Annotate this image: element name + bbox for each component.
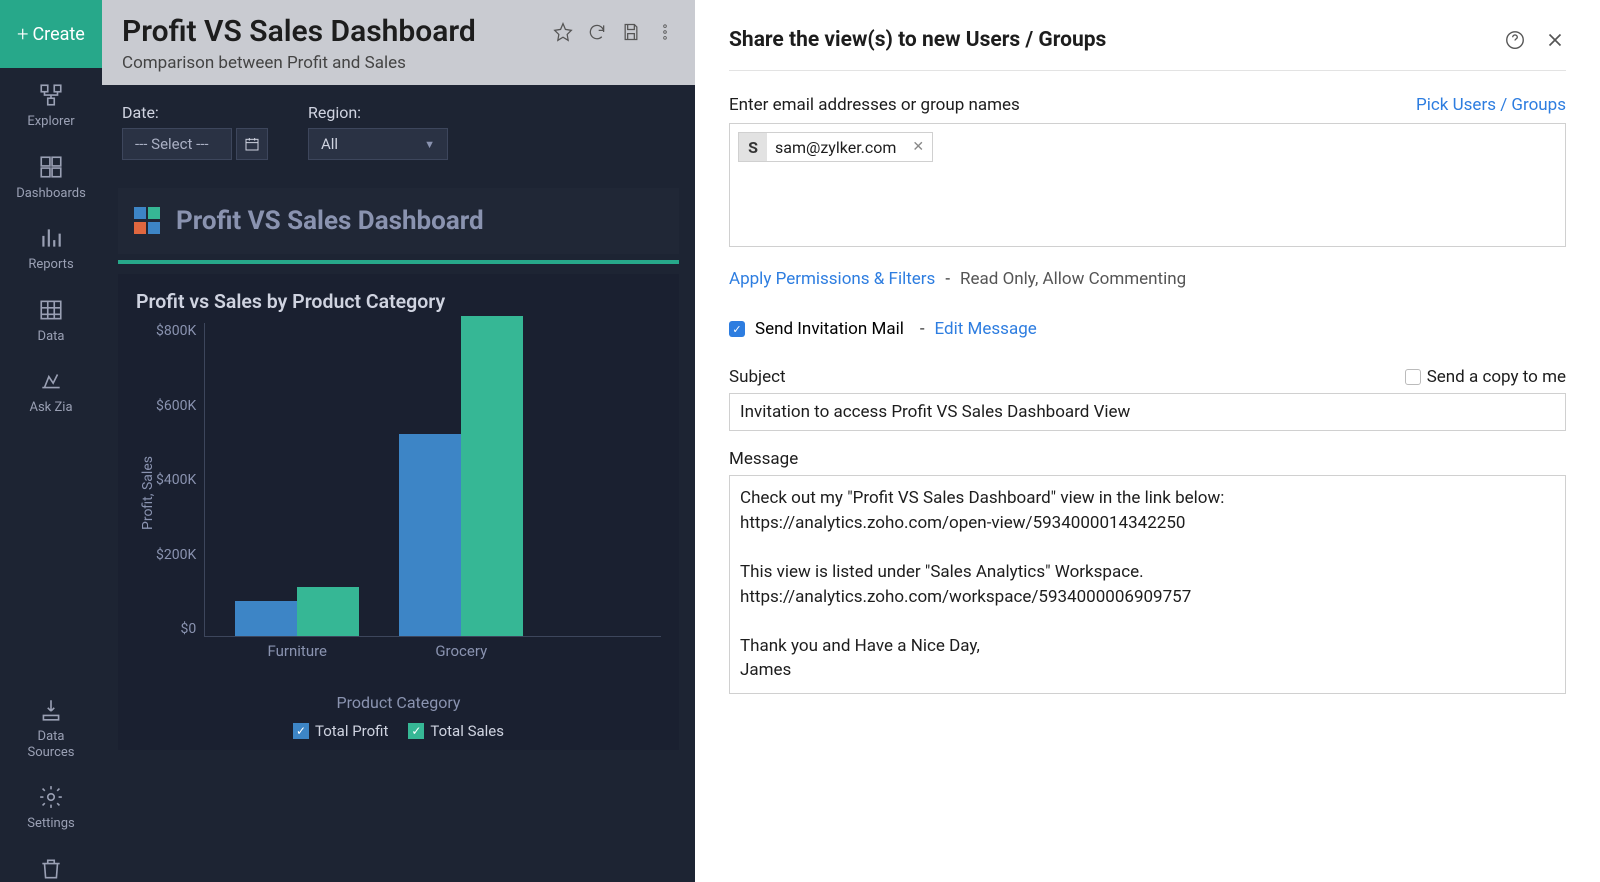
y-axis-ticks: $800K $600K $400K $200K $0 <box>156 323 204 663</box>
share-panel: Share the view(s) to new Users / Groups … <box>695 0 1600 882</box>
bar <box>297 587 359 636</box>
edit-message-link[interactable]: Edit Message <box>935 319 1037 339</box>
bar <box>235 601 297 636</box>
apply-permissions-link[interactable]: Apply Permissions & Filters <box>729 269 935 289</box>
chip-email: sam@zylker.com <box>767 138 904 157</box>
bar-group <box>235 587 359 636</box>
reports-icon <box>38 225 64 251</box>
chip-remove-icon[interactable]: ✕ <box>904 139 932 155</box>
pick-users-link[interactable]: Pick Users / Groups <box>1416 95 1566 115</box>
star-icon[interactable] <box>553 22 573 42</box>
sidebar-item-label: Data <box>38 329 65 345</box>
dashboard-title-panel: Profit VS Sales Dashboard <box>118 188 679 254</box>
email-chip: S sam@zylker.com ✕ <box>738 132 933 162</box>
region-label: Region: <box>308 103 448 122</box>
bar <box>399 434 461 636</box>
email-field-label: Enter email addresses or group names <box>729 95 1020 115</box>
sidebar-item-explorer[interactable]: Explorer <box>0 68 102 140</box>
chevron-down-icon: ▼ <box>424 138 435 151</box>
refresh-icon[interactable] <box>587 22 607 42</box>
calendar-button[interactable] <box>236 128 268 160</box>
save-icon[interactable] <box>621 22 641 42</box>
sidebar-item-label: Data Sources <box>28 729 75 760</box>
main-content: Profit VS Sales Dashboard Comparison bet… <box>102 0 695 882</box>
chart-panel: Profit vs Sales by Product Category Prof… <box>118 274 679 750</box>
dashboard-title: Profit VS Sales Dashboard <box>176 206 484 236</box>
send-invitation-checkbox[interactable]: ✓ <box>729 321 745 337</box>
sidebar-item-label: Explorer <box>27 114 74 130</box>
sidebar-item-settings[interactable]: Settings <box>0 770 102 842</box>
askzia-icon <box>38 368 64 394</box>
subject-input[interactable] <box>729 393 1566 431</box>
send-invitation-label: Send Invitation Mail <box>755 319 904 339</box>
region-select[interactable]: All ▼ <box>308 128 448 160</box>
page-title: Profit VS Sales Dashboard <box>122 14 535 49</box>
message-label: Message <box>729 449 1566 469</box>
sidebar-item-trash[interactable] <box>0 842 102 882</box>
trash-icon <box>38 856 64 882</box>
bar-group <box>399 316 523 636</box>
create-label: Create <box>32 24 84 45</box>
legend-item-profit[interactable]: ✓ Total Profit <box>293 722 388 740</box>
chart-title: Profit vs Sales by Product Category <box>136 290 661 313</box>
dashboards-icon <box>38 154 64 180</box>
more-icon[interactable] <box>655 22 675 42</box>
date-select[interactable]: --- Select --- <box>122 128 232 160</box>
header-bar: Profit VS Sales Dashboard Comparison bet… <box>102 0 695 85</box>
dashboard-logo-icon <box>134 207 162 235</box>
legend-check-icon: ✓ <box>408 723 424 739</box>
sidebar-item-label: Dashboards <box>16 186 86 202</box>
sidebar-item-reports[interactable]: Reports <box>0 211 102 283</box>
bar <box>461 316 523 636</box>
gear-icon <box>38 784 64 810</box>
share-title: Share the view(s) to new Users / Groups <box>729 28 1106 52</box>
chart-legend: ✓ Total Profit ✓ Total Sales <box>136 722 661 740</box>
x-axis-labels: Furniture Grocery <box>205 642 661 660</box>
email-chip-input[interactable]: S sam@zylker.com ✕ <box>729 123 1566 247</box>
sidebar-item-data[interactable]: Data <box>0 283 102 355</box>
sidebar-item-dashboards[interactable]: Dashboards <box>0 140 102 212</box>
close-icon[interactable] <box>1544 29 1566 51</box>
sidebar-item-label: Settings <box>27 816 74 832</box>
calendar-icon <box>244 136 260 152</box>
message-textarea[interactable]: Check out my "Profit VS Sales Dashboard"… <box>729 475 1566 694</box>
page-subtitle: Comparison between Profit and Sales <box>122 53 535 73</box>
date-label: Date: <box>122 103 268 122</box>
create-button[interactable]: + Create <box>0 0 102 68</box>
datasources-icon <box>38 697 64 723</box>
send-copy-label: Send a copy to me <box>1427 367 1566 387</box>
sidebar: + Create Explorer Dashboards Reports Dat… <box>0 0 102 882</box>
subject-label: Subject <box>729 367 786 387</box>
filter-row: Date: --- Select --- Region: All ▼ <box>102 85 695 178</box>
plus-icon: + <box>17 22 28 46</box>
chart-plot: Furniture Grocery <box>204 323 661 637</box>
sidebar-item-datasources[interactable]: Data Sources <box>0 683 102 770</box>
dashboard-divider <box>118 260 679 264</box>
y-axis-label: Profit, Sales <box>136 323 156 663</box>
data-icon <box>38 297 64 323</box>
explorer-icon <box>38 82 64 108</box>
help-icon[interactable] <box>1504 29 1526 51</box>
sidebar-item-label: Reports <box>28 257 73 273</box>
chip-avatar: S <box>739 133 767 161</box>
permissions-summary: Read Only, Allow Commenting <box>960 269 1186 289</box>
sidebar-item-askzia[interactable]: Ask Zia <box>0 354 102 426</box>
x-axis-label: Product Category <box>136 693 661 712</box>
sidebar-item-label: Ask Zia <box>29 400 72 416</box>
send-copy-checkbox[interactable]: ✓ <box>1405 369 1421 385</box>
legend-item-sales[interactable]: ✓ Total Sales <box>408 722 504 740</box>
legend-check-icon: ✓ <box>293 723 309 739</box>
